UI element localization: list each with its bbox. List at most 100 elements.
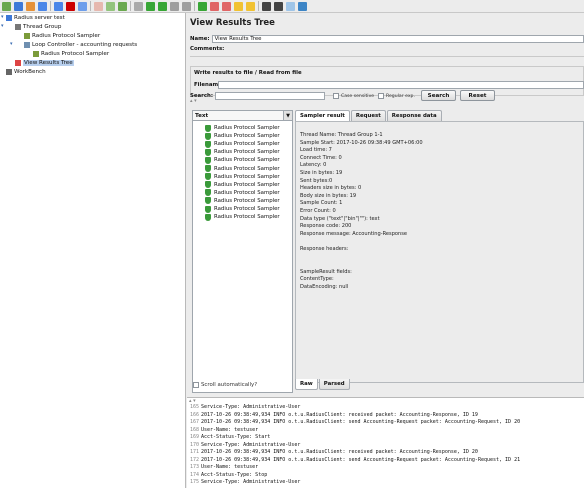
toolbar-separator xyxy=(258,1,259,11)
result-line: Sample Count: 1 xyxy=(300,200,343,207)
clear-icon[interactable] xyxy=(234,1,243,11)
cut-icon[interactable] xyxy=(66,1,75,11)
copy-icon[interactable] xyxy=(78,1,87,11)
regular-exp-option[interactable]: Regular exp. xyxy=(378,93,415,99)
log-line: 174 Acct-Status-Type: Stop xyxy=(187,472,584,479)
reset-search-icon[interactable] xyxy=(274,1,283,11)
regular-exp-checkbox[interactable] xyxy=(378,93,384,99)
expand-toggle-icon[interactable]: ▾ xyxy=(1,23,4,29)
log-line: 165 Service-Type: Administrative-User xyxy=(187,404,584,411)
regular-exp-label: Regular exp. xyxy=(386,93,415,99)
collapse-icon[interactable] xyxy=(118,1,127,11)
sample-list-item[interactable]: Radius Protocol Sampler xyxy=(205,132,280,140)
search-input[interactable] xyxy=(215,92,326,100)
test-plan-tree: Radius server test Thread Group Radius Pro… xyxy=(0,13,186,488)
renderer-select[interactable]: Text ▼ xyxy=(193,111,292,121)
tree-node[interactable]: Radius Protocol Sampler xyxy=(33,50,109,58)
filename-field[interactable] xyxy=(218,81,584,89)
success-shield-icon xyxy=(205,156,211,164)
log-line-number: 174 xyxy=(189,471,199,478)
sample-list-item[interactable]: Radius Protocol Sampler xyxy=(205,205,280,213)
panel-title: View Results Tree xyxy=(190,18,275,28)
start-icon[interactable] xyxy=(146,1,155,11)
templates-icon[interactable] xyxy=(14,1,23,11)
sample-list-item[interactable]: Radius Protocol Sampler xyxy=(205,197,280,205)
name-field[interactable]: View Results Tree xyxy=(211,35,584,43)
success-shield-icon xyxy=(205,197,211,205)
tree-node-icon xyxy=(24,33,30,39)
tab-raw[interactable]: Raw xyxy=(295,379,318,390)
tree-node[interactable]: Radius server test xyxy=(6,14,65,22)
expand-icon[interactable] xyxy=(106,1,115,11)
case-sensitive-checkbox[interactable] xyxy=(333,93,339,99)
tab-request[interactable]: Request xyxy=(350,110,386,121)
start-no-pause-icon[interactable] xyxy=(158,1,167,11)
clear-all-icon[interactable] xyxy=(246,1,255,11)
log-line-text: 2017-10-26 09:38:49,934 INFO o.t.u.Radiu… xyxy=(201,449,478,455)
tree-node[interactable]: View Results Tree xyxy=(15,59,74,67)
sample-list-item[interactable]: Radius Protocol Sampler xyxy=(205,165,280,173)
stop-icon[interactable] xyxy=(170,1,179,11)
remote-exit-icon[interactable] xyxy=(222,1,231,11)
paste-icon[interactable] xyxy=(94,1,103,11)
success-shield-icon xyxy=(205,189,211,197)
log-line-number: 172 xyxy=(189,456,199,463)
sample-list-item[interactable]: Radius Protocol Sampler xyxy=(205,181,280,189)
save-icon[interactable] xyxy=(38,1,47,11)
expand-toggle-icon[interactable]: ▾ xyxy=(1,14,4,20)
function-helper-icon[interactable] xyxy=(286,1,295,11)
sample-label: Radius Protocol Sampler xyxy=(214,173,280,180)
tree-node-label: WorkBench xyxy=(14,69,46,75)
file-section-title: Write results to file / Read from file xyxy=(194,70,302,76)
result-line: Connect Time: 0 xyxy=(300,154,342,161)
log-line-text: 2017-10-26 09:38:49,934 INFO o.t.u.Radiu… xyxy=(201,456,521,463)
sample-list-item[interactable]: Radius Protocol Sampler xyxy=(205,173,280,181)
sample-list-item[interactable]: Radius Protocol Sampler xyxy=(205,140,280,148)
tree-node[interactable]: Radius Protocol Sampler xyxy=(24,32,100,40)
tree-node[interactable]: Loop Controller - accounting requests xyxy=(24,41,137,49)
result-line: SampleResult fields: xyxy=(300,268,352,275)
tab-parsed[interactable]: Parsed xyxy=(318,379,350,390)
case-sensitive-label: Case sensitive xyxy=(341,93,375,99)
result-line: Latency: 0 xyxy=(300,162,327,169)
tab-response-data[interactable]: Response data xyxy=(386,110,442,121)
log-line-number: 168 xyxy=(189,426,199,433)
success-shield-icon xyxy=(205,140,211,148)
tree-node-label: Radius server test xyxy=(14,15,65,21)
toggle-icon[interactable] xyxy=(134,1,143,11)
remote-start-icon[interactable] xyxy=(198,1,207,11)
sample-list-item[interactable]: Radius Protocol Sampler xyxy=(205,148,280,156)
help-icon[interactable] xyxy=(298,1,307,11)
result-line: ContentType: xyxy=(300,276,334,283)
shutdown-icon[interactable] xyxy=(182,1,191,11)
sample-list-item[interactable]: Radius Protocol Sampler xyxy=(205,156,280,164)
sample-label: Radius Protocol Sampler xyxy=(214,165,280,172)
case-sensitive-option[interactable]: Case sensitive xyxy=(333,93,374,99)
reset-button[interactable]: Reset xyxy=(460,90,495,101)
toolbar-separator xyxy=(194,1,195,11)
log-line-text: Service-Type: Administrative-User xyxy=(201,404,301,410)
expand-toggle-icon[interactable]: ▾ xyxy=(10,41,13,47)
sample-list: Text ▼ Radius Protocol Sampler Radius Pro… xyxy=(192,110,293,393)
remote-stop-icon[interactable] xyxy=(210,1,219,11)
sample-label: Radius Protocol Sampler xyxy=(214,189,280,196)
sample-list-item[interactable]: Radius Protocol Sampler xyxy=(205,124,280,132)
tab-sampler-result[interactable]: Sampler result xyxy=(295,110,350,121)
chevron-down-icon[interactable]: ▼ xyxy=(283,111,292,120)
log-line-text: User-Name: testuser xyxy=(201,426,259,433)
sample-list-item[interactable]: Radius Protocol Sampler xyxy=(205,213,280,221)
log-line-text: Acct-Status-Type: Stop xyxy=(201,471,268,478)
search-button[interactable]: Search xyxy=(421,90,456,101)
scroll-auto-checkbox[interactable] xyxy=(193,382,199,388)
save-as-icon[interactable] xyxy=(54,1,63,11)
scroll-auto-option[interactable]: Scroll automatically? xyxy=(193,382,257,388)
open-icon[interactable] xyxy=(26,1,35,11)
tree-node[interactable]: Thread Group xyxy=(15,23,61,31)
sample-label: Radius Protocol Sampler xyxy=(214,197,280,204)
success-shield-icon xyxy=(205,181,211,189)
tree-node[interactable]: WorkBench xyxy=(6,68,46,76)
search-icon[interactable] xyxy=(262,1,271,11)
new-icon[interactable] xyxy=(2,1,11,11)
result-line: Sent bytes:0 xyxy=(300,177,333,184)
sample-list-item[interactable]: Radius Protocol Sampler xyxy=(205,189,280,197)
